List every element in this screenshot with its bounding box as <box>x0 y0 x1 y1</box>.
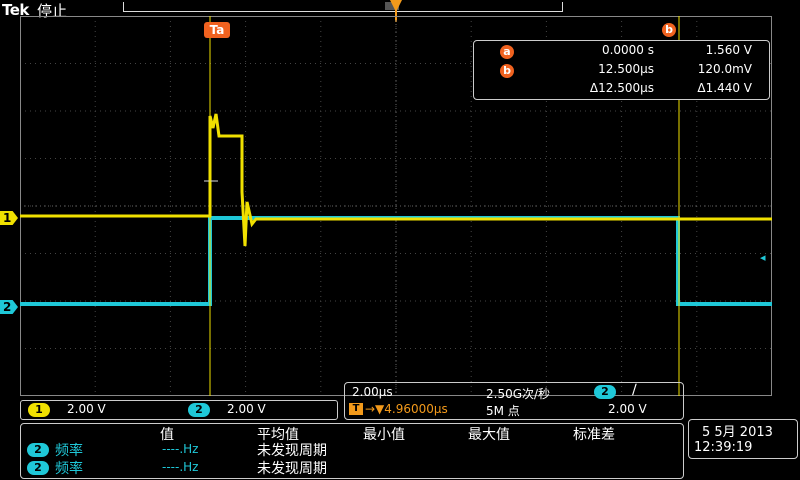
date-readout: 5 5月 2013 <box>702 425 773 440</box>
cursor-a-time: 0.0000 s <box>601 43 654 57</box>
time-per-div: 2.00μs <box>352 385 393 399</box>
cursor-b-icon: b <box>500 64 514 78</box>
cursor-a-letter: a <box>216 23 225 37</box>
trigger-source-badge[interactable]: 2 <box>594 385 616 399</box>
cursor-readout-row-b: b 12.500μs 120.0mV <box>474 62 769 80</box>
record-length: 5M 点 <box>486 404 520 418</box>
meas-header-min: 最小值 <box>363 427 405 443</box>
meas-row-value: ----.Hz <box>162 442 199 456</box>
meas-row-channel-badge[interactable]: 2 <box>27 461 49 475</box>
trigger-position-value: →▼4.96000μs <box>365 402 448 416</box>
time-readout: 12:39:19 <box>694 440 753 455</box>
trigger-level-value: 2.00 V <box>608 402 647 416</box>
meas-row-name: 频率 <box>55 461 83 477</box>
ch1-volts-per-div: 2.00 V <box>67 402 106 416</box>
cursor-a-value: 1.560 V <box>705 43 752 57</box>
meas-row-name: 频率 <box>55 443 83 459</box>
cursor-readout-panel: a 0.0000 s 1.560 V b 12.500μs 120.0mV Δ1… <box>473 40 770 100</box>
ch2-ground-marker[interactable]: 2 <box>0 300 18 314</box>
meas-row-mean: 未发现周期 <box>257 461 327 477</box>
cursor-a-icon: a <box>500 45 514 59</box>
meas-row-value: ----.Hz <box>162 460 199 474</box>
cursor-b-label[interactable]: b <box>662 23 676 37</box>
meas-row-mean: 未发现周期 <box>257 443 327 459</box>
trigger-position-icon: T <box>349 403 363 415</box>
ch1-badge[interactable]: 1 <box>28 403 50 417</box>
cursor-b-value: 120.0mV <box>697 62 752 76</box>
meas-header-std: 标准差 <box>573 427 615 443</box>
cursor-readout-row-a: a 0.0000 s 1.560 V <box>474 43 769 61</box>
cursor-delta-value: Δ1.440 V <box>697 81 752 95</box>
cursor-b-time: 12.500μs <box>598 62 654 76</box>
meas-header-value: 值 <box>160 427 174 443</box>
ch2-badge[interactable]: 2 <box>188 403 210 417</box>
record-view-strip[interactable] <box>123 2 563 12</box>
ch2-volts-per-div: 2.00 V <box>227 402 266 416</box>
meas-header-max: 最大值 <box>468 427 510 443</box>
cursor-a-flag[interactable]: Ta <box>204 22 230 38</box>
sample-rate: 2.50G次/秒 <box>486 387 551 401</box>
cursor-readout-row-delta: Δ12.500μs Δ1.440 V <box>474 81 769 99</box>
trigger-level-arrow-icon[interactable]: ◂ <box>760 251 766 264</box>
meas-row-channel-badge[interactable]: 2 <box>27 443 49 457</box>
ch1-ground-marker[interactable]: 1 <box>0 211 18 225</box>
cursor-delta-time: Δ12.500μs <box>589 81 654 95</box>
trigger-slope-rising-icon: ∕ <box>632 382 637 398</box>
